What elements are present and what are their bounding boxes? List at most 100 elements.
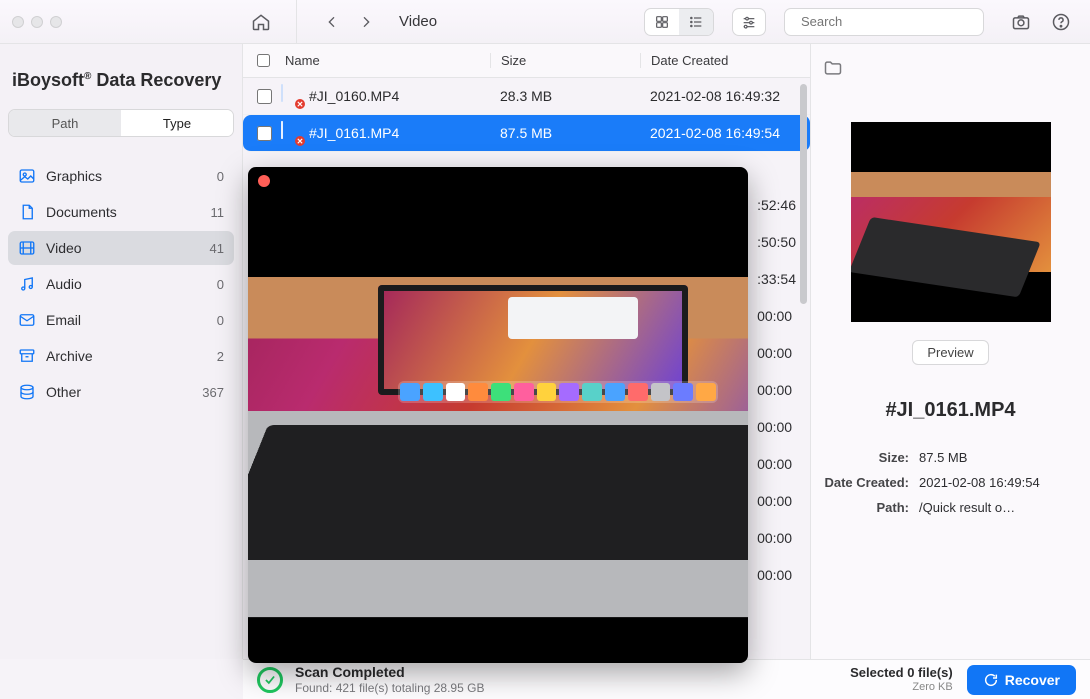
filter-button[interactable] <box>732 8 766 36</box>
file-date-fragment: 00:00 <box>757 334 796 371</box>
video-player-overlay[interactable] <box>248 167 748 663</box>
sidebar-item-count: 367 <box>202 385 224 400</box>
sidebar-item-label: Video <box>46 240 200 256</box>
preview-field-key: Date Created: <box>823 475 915 490</box>
sidebar-item-label: Documents <box>46 204 201 220</box>
scan-status-subtitle: Found: 421 file(s) totaling 28.95 GB <box>295 681 484 695</box>
window-titlebar: Video <box>0 0 1090 44</box>
mail-icon <box>18 311 36 329</box>
sidebar-item-video[interactable]: Video41 <box>8 231 234 265</box>
table-header: Name Size Date Created <box>243 44 810 78</box>
other-icon <box>18 383 36 401</box>
view-mode-segment[interactable] <box>644 8 714 36</box>
select-all-checkbox[interactable] <box>257 54 270 67</box>
archive-icon <box>18 347 36 365</box>
dock-app-icon <box>468 383 488 401</box>
image-icon <box>18 167 36 185</box>
file-date-fragment: 00:00 <box>757 297 796 334</box>
preview-field-value: 2021-02-08 16:49:54 <box>915 475 1078 490</box>
file-date: 2021-02-08 16:49:32 <box>640 88 800 104</box>
player-close-icon[interactable] <box>258 175 270 187</box>
sidebar-item-graphics[interactable]: Graphics 0 <box>8 159 234 193</box>
dock-app-icon <box>514 383 534 401</box>
sidebar-mode-segment[interactable]: Path Type <box>8 109 234 137</box>
camera-icon[interactable] <box>1006 9 1036 35</box>
audio-icon <box>18 275 36 293</box>
file-name: #JI_0160.MP4 <box>309 88 399 104</box>
nav-forward-button[interactable] <box>351 9 381 35</box>
help-icon[interactable] <box>1046 9 1076 35</box>
file-date-fragment: 00:00 <box>757 556 796 593</box>
folder-icon[interactable] <box>823 58 843 78</box>
sidebar-item-label: Other <box>46 384 192 400</box>
scan-complete-icon <box>257 667 283 693</box>
sidebar-item-label: Graphics <box>46 168 207 184</box>
file-date-fragment: :50:50 <box>757 223 796 260</box>
traffic-min[interactable] <box>31 16 43 28</box>
dock-app-icon <box>628 383 648 401</box>
sidebar-item-count: 0 <box>217 169 224 184</box>
file-icon: ✕ <box>281 85 303 107</box>
preview-field-key: Size: <box>823 450 915 465</box>
selected-size-label: Zero KB <box>850 681 953 694</box>
recover-button[interactable]: Recover <box>967 665 1076 695</box>
sidebar: iBoysoft® Data Recovery Path Type Graphi… <box>0 44 243 659</box>
sidebar-item-other[interactable]: Other 367 <box>8 375 234 409</box>
tab-type[interactable]: Type <box>121 110 233 136</box>
file-date-fragment: 00:00 <box>757 482 796 519</box>
file-date-fragment: 00:00 <box>757 445 796 482</box>
file-icon: ✕ <box>281 122 303 144</box>
view-list-button[interactable] <box>679 9 713 35</box>
header-size[interactable]: Size <box>490 53 640 68</box>
preview-button[interactable]: Preview <box>912 340 988 365</box>
sidebar-item-label: Email <box>46 312 207 328</box>
preview-field: Size:87.5 MB <box>823 450 1078 465</box>
sidebar-item-count: 2 <box>217 349 224 364</box>
sidebar-item-count: 0 <box>217 313 224 328</box>
table-row[interactable]: ✕#JI_0161.MP487.5 MB2021-02-08 16:49:54 <box>243 115 810 152</box>
app-title: iBoysoft® Data Recovery <box>12 70 230 91</box>
home-icon[interactable] <box>246 9 276 35</box>
breadcrumb: Video <box>399 13 437 30</box>
row-checkbox[interactable] <box>257 126 272 141</box>
sidebar-item-email[interactable]: Email 0 <box>8 303 234 337</box>
traffic-max[interactable] <box>50 16 62 28</box>
sidebar-item-audio[interactable]: Audio 0 <box>8 267 234 301</box>
row-checkbox[interactable] <box>257 89 272 104</box>
dock-app-icon <box>400 383 420 401</box>
scrollbar[interactable] <box>800 78 809 659</box>
table-row[interactable]: ✕ #JI_0160.MP4 28.3 MB2021-02-08 16:49:32 <box>243 78 810 115</box>
sidebar-item-documents[interactable]: Documents11 <box>8 195 234 229</box>
preview-thumbnail <box>851 122 1051 322</box>
header-name[interactable]: Name <box>281 53 490 68</box>
scroll-thumb[interactable] <box>800 84 807 304</box>
tab-path[interactable]: Path <box>9 110 121 136</box>
preview-field-key: Path: <box>823 500 915 515</box>
refresh-icon <box>983 672 999 688</box>
file-date-fragment: 00:00 <box>757 519 796 556</box>
preview-field: Path:/Quick result o… <box>823 500 1078 515</box>
preview-field: Date Created:2021-02-08 16:49:54 <box>823 475 1078 490</box>
sidebar-item-archive[interactable]: Archive2 <box>8 339 234 373</box>
file-size: 28.3 MB <box>490 88 640 104</box>
traffic-close[interactable] <box>12 16 24 28</box>
dock-app-icon <box>651 383 671 401</box>
file-date-fragment: 00:00 <box>757 408 796 445</box>
preview-pane: Preview #JI_0161.MP4 Size:87.5 MBDate Cr… <box>810 44 1090 659</box>
dock-app-icon <box>446 383 466 401</box>
dock-app-icon <box>582 383 602 401</box>
header-date[interactable]: Date Created <box>640 53 800 68</box>
preview-filename: #JI_0161.MP4 <box>885 399 1015 422</box>
scan-status-title: Scan Completed <box>295 664 484 681</box>
view-grid-button[interactable] <box>645 9 679 35</box>
sidebar-item-label: Audio <box>46 276 207 292</box>
file-date-fragment: 00:00 <box>757 371 796 408</box>
dock-app-icon <box>491 383 511 401</box>
sidebar-item-count: 0 <box>217 277 224 292</box>
preview-field-value: 87.5 MB <box>915 450 1078 465</box>
search-field[interactable] <box>799 13 979 30</box>
search-input[interactable] <box>784 8 984 36</box>
dock-app-icon <box>696 383 716 401</box>
dock-app-icon <box>537 383 557 401</box>
nav-back-button[interactable] <box>317 9 347 35</box>
